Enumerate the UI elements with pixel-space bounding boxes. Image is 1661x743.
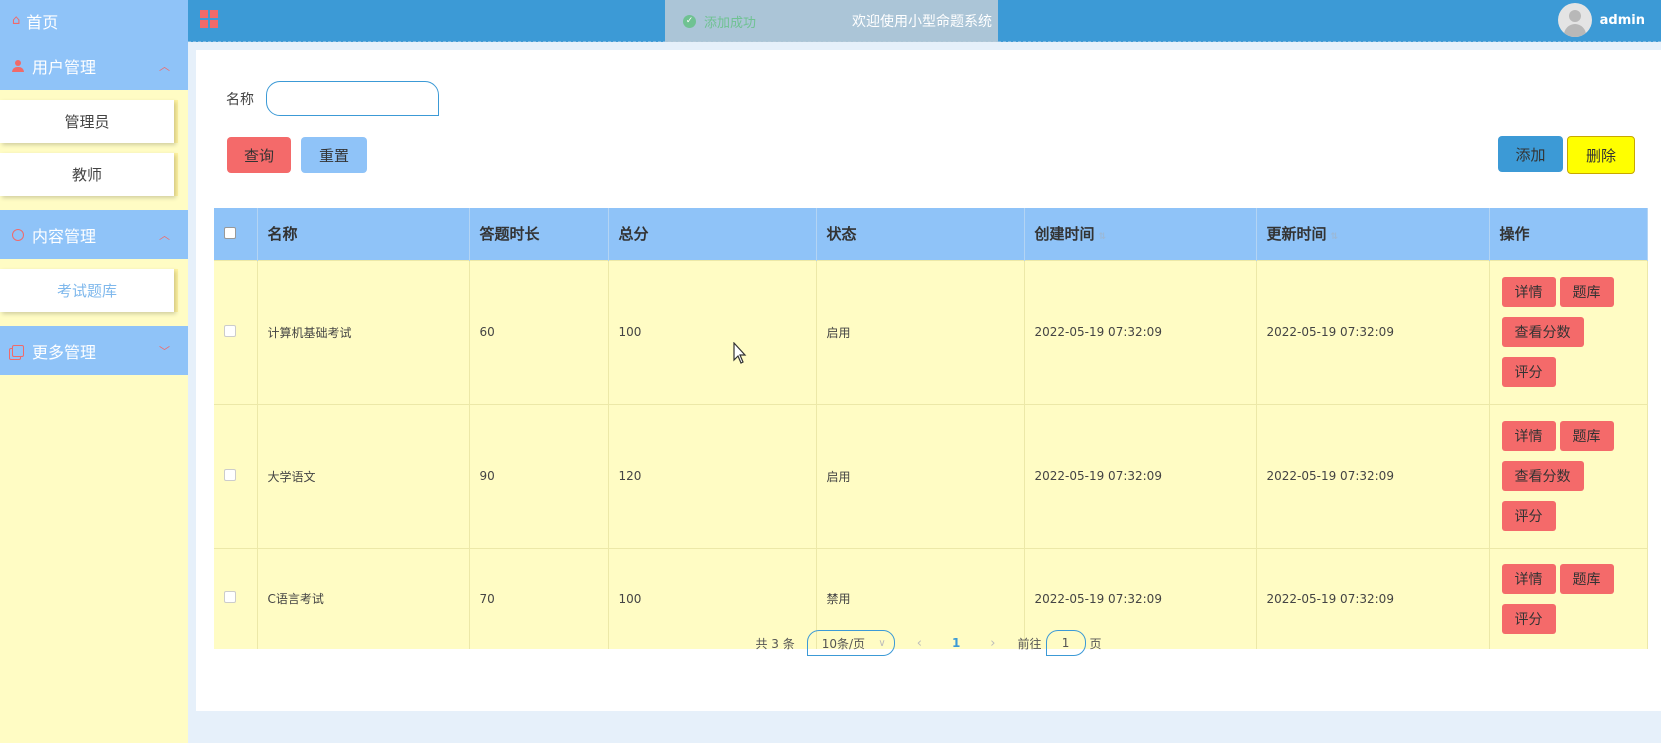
sidebar-item-admin[interactable]: 管理员 [0,100,174,143]
table-row: 计算机基础考试 60 100 启用 2022-05-19 07:32:09 20… [214,259,1648,404]
pagination: 共 3 条 10条/页 ∨ ‹ 1 › 前往 1 页 [196,630,1661,656]
sidebar-group-user-management[interactable]: 用户管理 ︿ [0,41,188,90]
menu-grid-icon[interactable] [200,10,218,28]
cell-name: 计算机基础考试 [257,259,470,404]
content-icon [12,228,24,241]
column-header-actions: 操作 [1489,208,1648,260]
check-icon: ✓ [683,14,696,28]
search-label: 名称 [226,92,254,108]
row-select-cell [214,259,258,404]
sort-icon[interactable]: ⇅ [1099,232,1107,242]
chevron-down-icon: ﹀ [159,344,170,358]
cell-status: 启用 [816,259,1025,404]
top-header: ✓ 添加成功 欢迎使用小型命题系统 admin [188,0,1661,42]
column-header-updated[interactable]: 更新时间 ⇅ [1256,208,1490,260]
user-menu[interactable]: admin [1557,3,1645,37]
goto-page-input[interactable]: 1 [1045,630,1086,656]
select-all-cell [214,208,258,260]
sidebar-group-content-management[interactable]: 内容管理 ︿ [0,210,188,259]
table-row: 大学语文 90 120 启用 2022-05-19 07:32:09 2022-… [214,403,1648,548]
row-select-cell [214,403,258,548]
copy-icon [12,344,24,357]
submenu-user-management: 管理员 教师 [0,90,188,210]
sidebar-item-home[interactable]: ⌂ 首页 [0,0,188,41]
next-page-icon[interactable]: › [980,636,1005,651]
row-checkbox[interactable] [224,591,236,603]
sidebar-group-more-management[interactable]: 更多管理 ﹀ [0,326,188,375]
cell-score: 100 [608,259,817,404]
search-input[interactable] [266,81,439,116]
add-button[interactable]: 添加 [1498,136,1563,172]
column-header-score: 总分 [608,208,817,260]
cell-duration: 90 [469,403,609,548]
detail-button[interactable]: 详情 [1501,277,1556,307]
cell-status: 启用 [816,403,1025,548]
cell-name: 大学语文 [257,403,470,548]
row-checkbox[interactable] [224,468,236,481]
cell-updated: 2022-05-19 07:32:09 [1256,259,1490,404]
cell-score: 120 [608,403,817,548]
total-count: 共 3 条 [755,636,795,651]
grade-button[interactable]: 评分 [1501,357,1556,387]
view-score-button[interactable]: 查看分数 [1501,461,1584,491]
column-header-name: 名称 [257,208,470,260]
goto-suffix: 页 [1089,636,1102,651]
table-header-row: 名称 答题时长 总分 状态 创建时间 ⇅ 更新时间 ⇅ 操作 [214,208,1648,260]
question-bank-button[interactable]: 题库 [1559,563,1614,594]
avatar[interactable] [1557,3,1592,37]
sidebar-group-label: 更多管理 [32,342,97,362]
main-panel: 名称 查询 重置 添加 删除 名称 答题时长 总分 状态 创建时间 ⇅ 更新时间 ⇅… [196,50,1661,711]
chevron-down-icon: ∨ [878,637,886,649]
detail-button[interactable]: 详情 [1501,563,1556,594]
view-score-button[interactable]: 查看分数 [1501,317,1584,347]
detail-button[interactable]: 详情 [1501,421,1556,451]
cell-created: 2022-05-19 07:32:09 [1024,259,1257,404]
row-checkbox[interactable] [224,324,236,337]
toast-message: 添加成功 [704,15,757,31]
grade-button[interactable]: 评分 [1501,501,1556,531]
cell-actions: 详情 题库查看分数评分 [1489,403,1648,548]
question-bank-button[interactable]: 题库 [1559,277,1614,307]
column-header-duration: 答题时长 [469,208,609,260]
select-all-checkbox[interactable] [224,226,236,239]
prev-page-icon[interactable]: ‹ [907,636,932,651]
sidebar: ⌂ 首页 用户管理 ︿ 管理员 教师 内容管理 ︿ 考试题库 更多管理 ﹀ [0,0,188,743]
page-size-select[interactable]: 10条/页 ∨ [806,630,895,656]
cell-updated: 2022-05-19 07:32:09 [1256,403,1490,548]
column-header-created[interactable]: 创建时间 ⇅ [1024,208,1257,260]
question-bank-button[interactable]: 题库 [1559,421,1614,451]
sidebar-item-label: 首页 [26,12,59,32]
username: admin [1599,12,1645,28]
goto-prefix: 前往 [1017,636,1042,651]
home-icon: ⌂ [12,13,21,28]
sidebar-item-exam-bank[interactable]: 考试题库 [0,269,174,312]
page-number-current[interactable]: 1 [944,636,968,650]
page-jump: 前往 1 页 [1018,630,1102,656]
grade-button[interactable]: 评分 [1501,603,1556,634]
delete-button[interactable]: 删除 [1567,136,1635,174]
mouse-cursor-icon [733,342,747,364]
user-icon [12,59,24,72]
sidebar-group-label: 内容管理 [32,226,97,246]
reset-button[interactable]: 重置 [301,137,367,173]
cell-created: 2022-05-19 07:32:09 [1024,403,1257,548]
query-button[interactable]: 查询 [227,137,291,173]
cell-duration: 60 [469,259,609,404]
chevron-up-icon: ︿ [159,228,170,242]
welcome-title: 欢迎使用小型命题系统 [852,14,992,30]
sidebar-group-label: 用户管理 [32,57,97,77]
cell-actions: 详情 题库查看分数评分 [1489,259,1648,404]
submenu-content-management: 考试题库 [0,259,188,326]
chevron-up-icon: ︿ [159,59,170,73]
sidebar-item-teacher[interactable]: 教师 [0,153,174,196]
exam-table: 名称 答题时长 总分 状态 创建时间 ⇅ 更新时间 ⇅ 操作 计算机基础考试 60 … [214,208,1648,649]
sort-icon[interactable]: ⇅ [1331,232,1339,242]
column-header-status: 状态 [816,208,1025,260]
